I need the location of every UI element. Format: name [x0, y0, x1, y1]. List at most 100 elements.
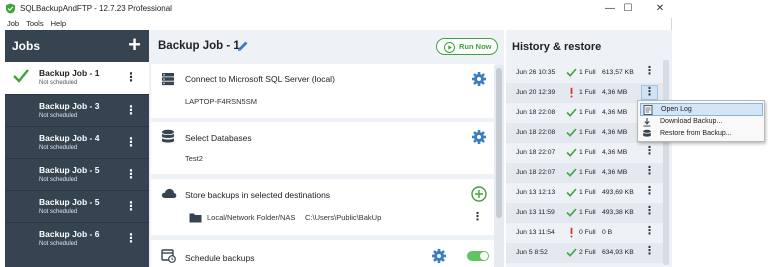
jobs-header: Jobs +	[5, 30, 149, 62]
add-destination-icon[interactable]	[471, 186, 487, 202]
history-row-menu-icon[interactable]: ⋮	[644, 246, 655, 257]
schedule-section[interactable]: Schedule backups	[151, 240, 495, 267]
jobs-title: Jobs	[12, 39, 41, 53]
job-item-5b[interactable]: Backup Job - 5 Not scheduled ⋮	[5, 190, 149, 222]
success-check-icon	[566, 148, 577, 157]
connect-section[interactable]: Connect to Microsoft SQL Server (local) …	[151, 64, 495, 118]
job-menu-icon[interactable]: ⋮	[125, 232, 137, 244]
menu-tools[interactable]: Tools	[26, 18, 44, 29]
history-backup-type: 2 Full	[579, 249, 596, 256]
history-row[interactable]: Jun 13 11:54 0 Full 0 B ⋮	[506, 223, 668, 243]
job-menu-icon[interactable]: ⋮	[125, 168, 137, 180]
destination-path: C:\Users\Public\BakUp	[305, 213, 382, 222]
history-size: 4,36 MB	[602, 109, 628, 116]
run-now-button[interactable]: Run Now	[436, 38, 498, 55]
job-settings-pane: Backup Job - 1 Run Now Connect to Micros…	[149, 30, 504, 267]
log-icon	[643, 105, 653, 115]
warning-exclamation-icon	[570, 227, 573, 238]
database-name: Test2	[185, 154, 203, 163]
history-scrollbar[interactable]	[663, 60, 669, 265]
menu-bar: Job Tools Help	[0, 18, 672, 30]
job-menu-icon[interactable]: ⋮	[125, 104, 137, 116]
history-row-menu-icon[interactable]: ⋮	[644, 66, 655, 77]
history-row-menu-icon[interactable]: ⋮	[644, 166, 655, 177]
play-icon	[444, 42, 455, 53]
history-context-menu: Open Log Download Backup... Restore from…	[637, 100, 765, 142]
gear-icon[interactable]	[471, 71, 487, 87]
history-row[interactable]: Jun 18 22:07 1 Full 4,36 MB ⋮	[506, 143, 668, 163]
job-menu-icon[interactable]: ⋮	[125, 200, 137, 212]
jobs-sidebar: Jobs + Backup Job - 1 Not scheduled ⋮ Ba…	[5, 30, 149, 267]
history-size: 493,69 KB	[602, 189, 634, 196]
close-button[interactable]: ✕	[644, 0, 676, 18]
open-log-label: Open Log	[661, 106, 692, 113]
history-row[interactable]: Jun 13 11:59 1 Full 493,38 KB ⋮	[506, 203, 668, 223]
job-header: Backup Job - 1 Run Now	[149, 30, 504, 62]
restore-backup-label: Restore from Backup...	[660, 130, 732, 137]
success-check-icon	[566, 248, 577, 257]
menu-job[interactable]: Job	[7, 18, 19, 29]
success-check-icon	[566, 208, 577, 217]
history-row-menu-icon[interactable]: ⋮	[644, 186, 655, 197]
databases-section[interactable]: Select Databases Test2	[151, 122, 495, 174]
job-item-5a[interactable]: Backup Job - 5 Not scheduled ⋮	[5, 158, 149, 190]
success-check-icon	[566, 168, 577, 177]
job-title: Backup Job - 1	[158, 40, 240, 52]
history-date: Jun 18 22:07	[516, 149, 556, 156]
open-log-menu-item[interactable]: Open Log	[640, 103, 763, 116]
history-date: Jun 18 22:08	[516, 109, 556, 116]
gear-icon[interactable]	[431, 248, 447, 264]
cloud-icon	[161, 188, 177, 198]
job-item-4[interactable]: Backup Job - 4 Not scheduled ⋮	[5, 126, 149, 158]
app-logo-icon	[5, 3, 16, 14]
history-row-menu-icon[interactable]: ⋮	[644, 226, 655, 237]
history-date: Jun 26 10:35	[516, 69, 556, 76]
job-menu-icon[interactable]: ⋮	[125, 71, 137, 83]
title-bar: SQLBackupAndFTP - 12.7.23 Professional —…	[0, 0, 768, 18]
job-item-6[interactable]: Backup Job - 6 Not scheduled ⋮	[5, 222, 149, 254]
history-backup-type: 0 Full	[579, 229, 596, 236]
gear-icon[interactable]	[471, 129, 487, 145]
job-name: Backup Job - 5	[39, 197, 100, 207]
edit-pencil-icon[interactable]	[236, 39, 250, 53]
job-item-3[interactable]: Backup Job - 3 Not scheduled ⋮	[5, 94, 149, 126]
desktop-background	[672, 18, 768, 267]
destination-menu-icon[interactable]: ⋮	[472, 212, 483, 223]
history-row-menu-icon[interactable]: ⋮	[641, 85, 658, 100]
success-check-icon	[566, 108, 577, 117]
menu-help[interactable]: Help	[51, 18, 66, 29]
history-backup-type: 1 Full	[579, 209, 596, 216]
job-name: Backup Job - 5	[39, 165, 100, 175]
history-size: 4,36 MB	[602, 89, 628, 96]
history-row[interactable]: Jun 13 12:13 1 Full 493,69 KB ⋮	[506, 183, 668, 203]
history-row[interactable]: Jun 26 10:35 1 Full 613,57 KB ⋮	[506, 63, 668, 83]
maximize-button[interactable]: ☐	[612, 0, 644, 18]
history-backup-type: 1 Full	[579, 149, 596, 156]
history-backup-type: 1 Full	[579, 69, 596, 76]
main-scrollbar-thumb[interactable]	[496, 68, 502, 218]
history-row-menu-icon[interactable]: ⋮	[644, 146, 655, 157]
job-status: Not scheduled	[39, 177, 78, 183]
job-name: Backup Job - 3	[39, 101, 100, 111]
server-icon	[162, 73, 174, 86]
history-backup-type: 1 Full	[579, 189, 596, 196]
job-status: Not scheduled	[39, 113, 78, 119]
window-title: SQLBackupAndFTP - 12.7.23 Professional	[20, 4, 172, 13]
job-menu-icon[interactable]: ⋮	[125, 136, 137, 148]
history-date: Jun 13 12:13	[516, 189, 556, 196]
job-status: Not scheduled	[39, 209, 78, 215]
restore-icon	[643, 129, 651, 137]
schedule-toggle[interactable]	[467, 251, 489, 261]
history-row[interactable]: Jun 5 8:52 2 Full 634,93 KB ⋮	[506, 243, 668, 263]
add-job-button[interactable]: +	[128, 34, 141, 56]
history-row-menu-icon[interactable]: ⋮	[644, 206, 655, 217]
history-size: 634,93 KB	[602, 249, 634, 256]
server-name: LAPTOP-F4RSN5SM	[185, 97, 257, 106]
connect-title: Connect to Microsoft SQL Server (local)	[185, 74, 335, 84]
destinations-section[interactable]: Store backups in selected destinations L…	[151, 179, 495, 235]
history-date: Jun 13 11:59	[516, 209, 555, 216]
job-status: Not scheduled	[39, 145, 78, 151]
restore-backup-menu-item[interactable]: Restore from Backup...	[640, 128, 763, 141]
job-item-1[interactable]: Backup Job - 1 Not scheduled ⋮	[5, 62, 149, 94]
history-row[interactable]: Jun 18 22:07 1 Full 4,36 MB ⋮	[506, 163, 668, 183]
